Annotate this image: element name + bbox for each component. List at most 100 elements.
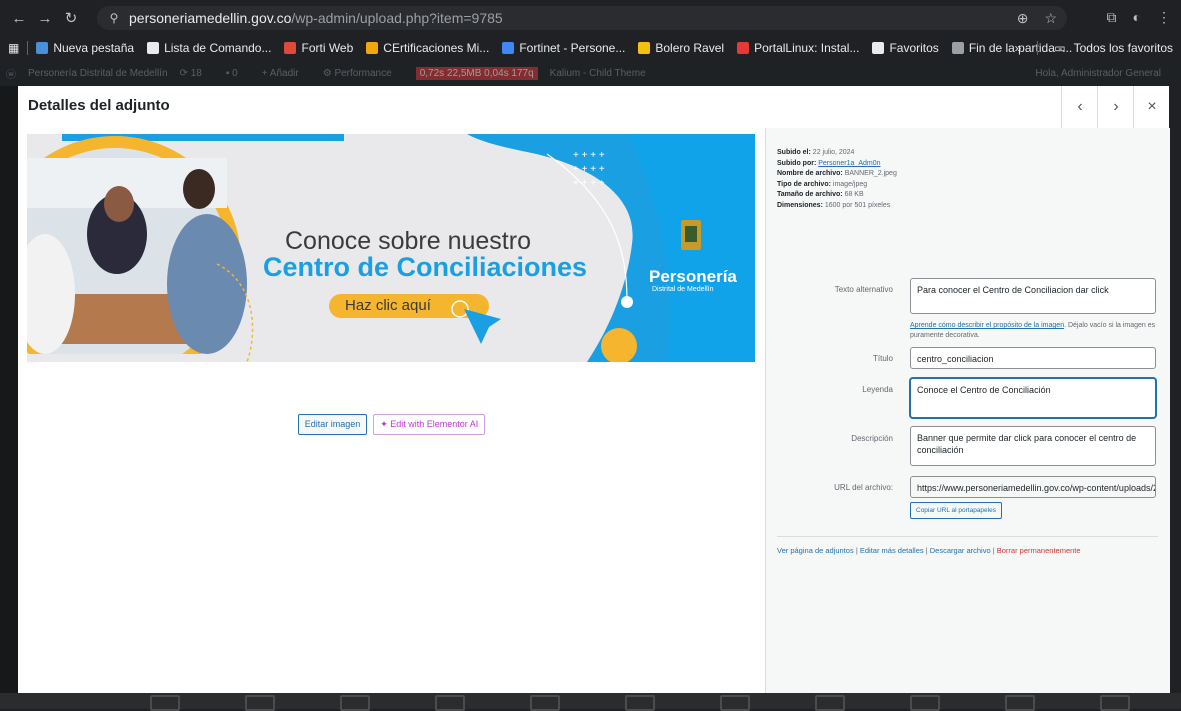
attachment-info: Subido el: 22 julio, 2024 Subido por: Pe… — [765, 128, 1170, 693]
back-icon[interactable]: ← — [6, 5, 32, 31]
delete-permanently-link[interactable]: Borrar permanentemente — [997, 546, 1081, 555]
bookmark-item[interactable]: Bolero Ravel — [638, 41, 724, 55]
copy-url-button[interactable]: Copiar URL al portapapeles — [910, 502, 1002, 519]
admin-performance[interactable]: ⚙ Performance — [323, 68, 404, 79]
forward-icon[interactable]: → — [32, 5, 58, 31]
browser-toolbar: ← → ↻ ⚲ personeriamedellin.gov.co/wp-adm… — [0, 0, 1181, 36]
admin-theme[interactable]: Kalium - Child Theme — [550, 68, 646, 79]
title-field[interactable]: centro_conciliacion — [910, 347, 1156, 369]
admin-updates[interactable]: ⟳ 18 — [180, 68, 214, 79]
svg-text:+ + + +: + + + + — [573, 164, 605, 175]
bookmark-favicon-icon — [737, 42, 750, 54]
attachment-media-view: + + + + + + + + + + + + Conoce sobre nuest… — [18, 128, 765, 693]
edit-elementor-ai-button[interactable]: ✦ Edit with Elementor AI — [373, 414, 486, 435]
bookmark-favicon-icon — [147, 42, 160, 54]
bookmark-label: PortalLinux: Instal... — [754, 41, 860, 55]
admin-comments[interactable]: ▪ 0 — [226, 68, 250, 79]
admin-site-name[interactable]: Personería Distrital de Medellín — [28, 68, 168, 79]
apps-icon[interactable]: ▦ — [8, 41, 19, 55]
download-file-link[interactable]: Descargar archivo — [930, 546, 991, 555]
alt-text-label: Texto alternativo — [834, 285, 893, 294]
alt-text-field[interactable]: Para conocer el Centro de Conciliacion d… — [910, 278, 1156, 314]
bookmark-favicon-icon — [284, 42, 297, 54]
reload-icon[interactable]: ↻ — [58, 5, 84, 31]
wp-admin-bar: ⓦ Personería Distrital de Medellín ⟳ 18 … — [0, 60, 1181, 86]
bookmark-item[interactable]: Lista de Comando... — [147, 41, 271, 55]
caption-label: Leyenda — [862, 385, 893, 394]
admin-add[interactable]: + Añadir — [262, 68, 311, 79]
admin-greeting[interactable]: Hola, Administrador General — [1035, 68, 1161, 79]
zoom-icon[interactable]: ⊕ — [1017, 10, 1029, 27]
wp-side-menu — [0, 86, 18, 709]
alt-text-help: Aprende cómo describir el propósito de l… — [910, 322, 1156, 339]
profile-icon[interactable]: ◐ — [1133, 9, 1141, 26]
attachment-actions: Ver página de adjuntos | Editar más deta… — [777, 546, 1081, 555]
file-size: Tamaño de archivo: 68 KB — [777, 191, 864, 198]
description-label: Descripción — [851, 434, 893, 443]
svg-text:+ + + +: + + + + — [573, 150, 605, 161]
all-bookmarks[interactable]: Todos los favoritos — [1074, 41, 1173, 55]
file-type: Tipo de archivo: image/jpeg — [777, 180, 868, 188]
file-url-field[interactable]: https://www.personeriamedellin.gov.co/wp… — [910, 476, 1156, 498]
attachment-image: + + + + + + + + + + + + Conoce sobre nuest… — [27, 134, 755, 362]
description-field[interactable]: Banner que permite dar click para conoce… — [910, 426, 1156, 466]
bookmark-item[interactable]: Favoritos — [872, 41, 939, 55]
bookmark-label: Favoritos — [889, 41, 939, 55]
banner-brand: Personería — [649, 267, 737, 286]
image-buttons: Editar imagen ✦ Edit with Elementor AI — [18, 414, 765, 435]
bookmark-favicon-icon — [872, 42, 885, 54]
banner-cta: Haz clic aquí — [345, 297, 431, 314]
more-bookmarks-icon[interactable]: » — [1015, 41, 1022, 55]
admin-perf-values: 0,72s 22,5MB 0,04s 177q — [415, 66, 538, 80]
url-path: /wp-admin/upload.php?item=9785 — [291, 10, 503, 26]
uploaded-by-link[interactable]: Personer1a_Adm0n — [818, 160, 880, 167]
modal-header: Detalles del adjunto ‹ › × — [18, 86, 1169, 129]
caption-field[interactable]: Conoce el Centro de Conciliación — [910, 378, 1156, 418]
bookmark-item[interactable]: Fortinet - Persone... — [502, 41, 625, 55]
file-name: Nombre de archivo: BANNER_2.jpeg — [777, 170, 897, 177]
previous-icon[interactable]: ‹ — [1061, 86, 1098, 128]
banner-line2: Centro de Conciliaciones — [263, 252, 588, 282]
bookmark-label: Lista de Comando... — [164, 41, 272, 55]
bookmark-favicon-icon — [502, 42, 515, 54]
bookmark-label: Nueva pestaña — [53, 41, 135, 55]
wp-logo-icon[interactable]: ⓦ — [6, 66, 16, 81]
bookmark-label: Forti Web — [301, 41, 354, 55]
attachment-details-modal: Detalles del adjunto ‹ › × + + + + + + +… — [18, 86, 1170, 693]
extensions-icon[interactable]: ⧉ — [1107, 9, 1117, 26]
view-attachment-page-link[interactable]: Ver página de adjuntos — [777, 546, 854, 555]
bookmarks-bar: ▦ Nueva pestaña Lista de Comando... Forti … — [0, 36, 1181, 60]
menu-icon[interactable]: ⋮ — [1157, 9, 1171, 26]
bookmark-favicon-icon — [951, 42, 964, 54]
title-label: Título — [872, 354, 893, 363]
uploaded-by: Subido por: Personer1a_Adm0n — [777, 159, 881, 167]
background-strip — [0, 693, 1181, 711]
bookmark-label: CErtificaciones Mi... — [383, 41, 490, 55]
site-info-icon[interactable]: ⚲ — [103, 11, 125, 25]
edit-image-button[interactable]: Editar imagen — [297, 414, 368, 435]
close-icon[interactable]: × — [1133, 86, 1170, 128]
modal-title: Detalles del adjunto — [28, 97, 170, 114]
file-details: Subido el: 22 julio, 2024 Subido por: Pe… — [777, 148, 897, 211]
url-domain: personeriamedellin.gov.co — [129, 10, 292, 26]
bookmark-favicon-icon — [366, 42, 379, 54]
address-bar[interactable]: ⚲ personeriamedellin.gov.co/wp-admin/upl… — [97, 6, 1067, 30]
divider — [777, 536, 1158, 537]
uploaded-on: Subido el: 22 julio, 2024 — [777, 149, 855, 156]
alt-text-help-link[interactable]: Aprende cómo describir el propósito de l… — [910, 322, 1064, 329]
file-url-label: URL del archivo: — [834, 483, 893, 492]
next-icon[interactable]: › — [1097, 86, 1134, 128]
bookmark-item[interactable]: PortalLinux: Instal... — [737, 41, 859, 55]
bookmark-favicon-icon — [36, 42, 49, 54]
bookmark-item[interactable]: CErtificaciones Mi... — [366, 41, 489, 55]
folder-icon: ▭ — [1054, 41, 1066, 55]
bookmark-favicon-icon — [638, 42, 651, 54]
bookmark-label: Bolero Ravel — [655, 41, 725, 55]
banner-brand-sub: Distrital de Medellín — [652, 286, 714, 293]
bookmark-label: Fortinet - Persone... — [519, 41, 626, 55]
star-icon[interactable]: ☆ — [1044, 10, 1057, 27]
bookmark-item[interactable]: Forti Web — [284, 41, 353, 55]
edit-more-details-link[interactable]: Editar más detalles — [860, 546, 924, 555]
file-dimensions: Dimensiones: 1600 por 501 píxeles — [777, 201, 891, 209]
bookmark-item[interactable]: Nueva pestaña — [36, 41, 134, 55]
